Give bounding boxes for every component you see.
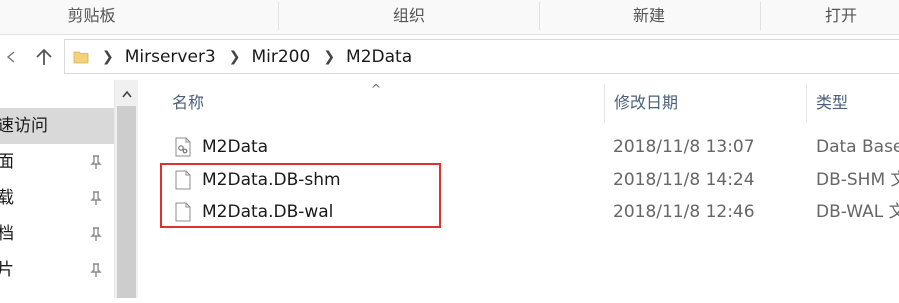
sort-ascending-icon: ^ (371, 82, 382, 96)
pin-icon (89, 252, 103, 303)
file-list-header: 名称 ^ 修改日期 类型 (139, 80, 899, 126)
nav-item-quick-access[interactable]: 速访问 (0, 108, 114, 144)
nav-item-label: 速访问 (0, 116, 48, 136)
scroll-up-button[interactable] (115, 84, 138, 104)
navigation-pane: 速访问 面 载 档 片 (0, 80, 114, 298)
nav-item-documents[interactable]: 档 (0, 216, 114, 252)
nav-item-label: 片 (0, 260, 14, 280)
breadcrumb-m2data[interactable]: M2Data (346, 47, 412, 67)
breadcrumb-separator[interactable]: ❯ (229, 49, 241, 65)
database-file-icon (175, 137, 191, 157)
chevron-up-icon (121, 90, 132, 98)
column-header-modified[interactable]: 修改日期 (614, 80, 678, 126)
column-divider[interactable] (806, 84, 807, 122)
breadcrumb-separator[interactable]: ❯ (102, 49, 114, 65)
breadcrumb-separator[interactable]: ❯ (323, 49, 335, 65)
nav-item-label: 载 (0, 188, 14, 208)
address-bar[interactable]: ❯ Mirserver3 ❯ Mir200 ❯ M2Data (64, 39, 899, 74)
column-header-name[interactable]: 名称 (172, 80, 204, 126)
recent-locations-button[interactable] (0, 35, 22, 79)
nav-item-downloads[interactable]: 载 (0, 180, 114, 216)
column-header-type[interactable]: 类型 (816, 80, 848, 126)
column-divider[interactable] (604, 84, 605, 122)
scrollbar-thumb[interactable] (117, 106, 136, 298)
file-modified: 2018/11/8 12:46 (613, 202, 755, 222)
blank-file-icon (175, 170, 191, 190)
file-row[interactable]: M2Data 2018/11/8 13:07 Data Base (139, 131, 899, 164)
navigation-pane-scrollbar[interactable] (114, 80, 138, 298)
arrow-up-icon (36, 48, 52, 65)
nav-item-label: 面 (0, 152, 14, 172)
file-type: DB-SHM 文 (816, 170, 899, 190)
file-modified: 2018/11/8 13:07 (613, 137, 755, 157)
file-row[interactable]: M2Data.DB-shm 2018/11/8 14:24 DB-SHM 文 (139, 164, 899, 197)
breadcrumb-mir200[interactable]: Mir200 (251, 47, 310, 67)
folder-icon (73, 51, 89, 63)
ribbon-group-open: 打开 (824, 6, 857, 25)
file-type: Data Base (816, 137, 899, 157)
nav-item-pictures[interactable]: 片 (0, 252, 114, 288)
file-name: M2Data.DB-shm (202, 170, 341, 190)
file-name: M2Data.DB-wal (202, 202, 334, 222)
file-name: M2Data (202, 137, 269, 157)
nav-item-label: 档 (0, 224, 14, 244)
blank-file-icon (175, 202, 191, 222)
file-modified: 2018/11/8 14:24 (613, 170, 755, 190)
navigation-bar: ❯ Mirserver3 ❯ Mir200 ❯ M2Data (0, 35, 899, 79)
up-button[interactable] (30, 35, 58, 79)
nav-item-desktop[interactable]: 面 (0, 144, 114, 180)
file-row[interactable]: M2Data.DB-wal 2018/11/8 12:46 DB-WAL 文 (139, 196, 899, 229)
ribbon-group-new: 新建 (632, 6, 665, 25)
ribbon-group-bar: 剪贴板 组织 新建 打开 (0, 0, 899, 35)
breadcrumb-mirserver3[interactable]: Mirserver3 (125, 47, 216, 67)
file-type: DB-WAL 文 (816, 202, 899, 222)
ribbon-group-organize: 组织 (392, 6, 425, 25)
ribbon-group-clipboard: 剪贴板 (67, 6, 116, 25)
chevron-left-icon (6, 51, 15, 63)
